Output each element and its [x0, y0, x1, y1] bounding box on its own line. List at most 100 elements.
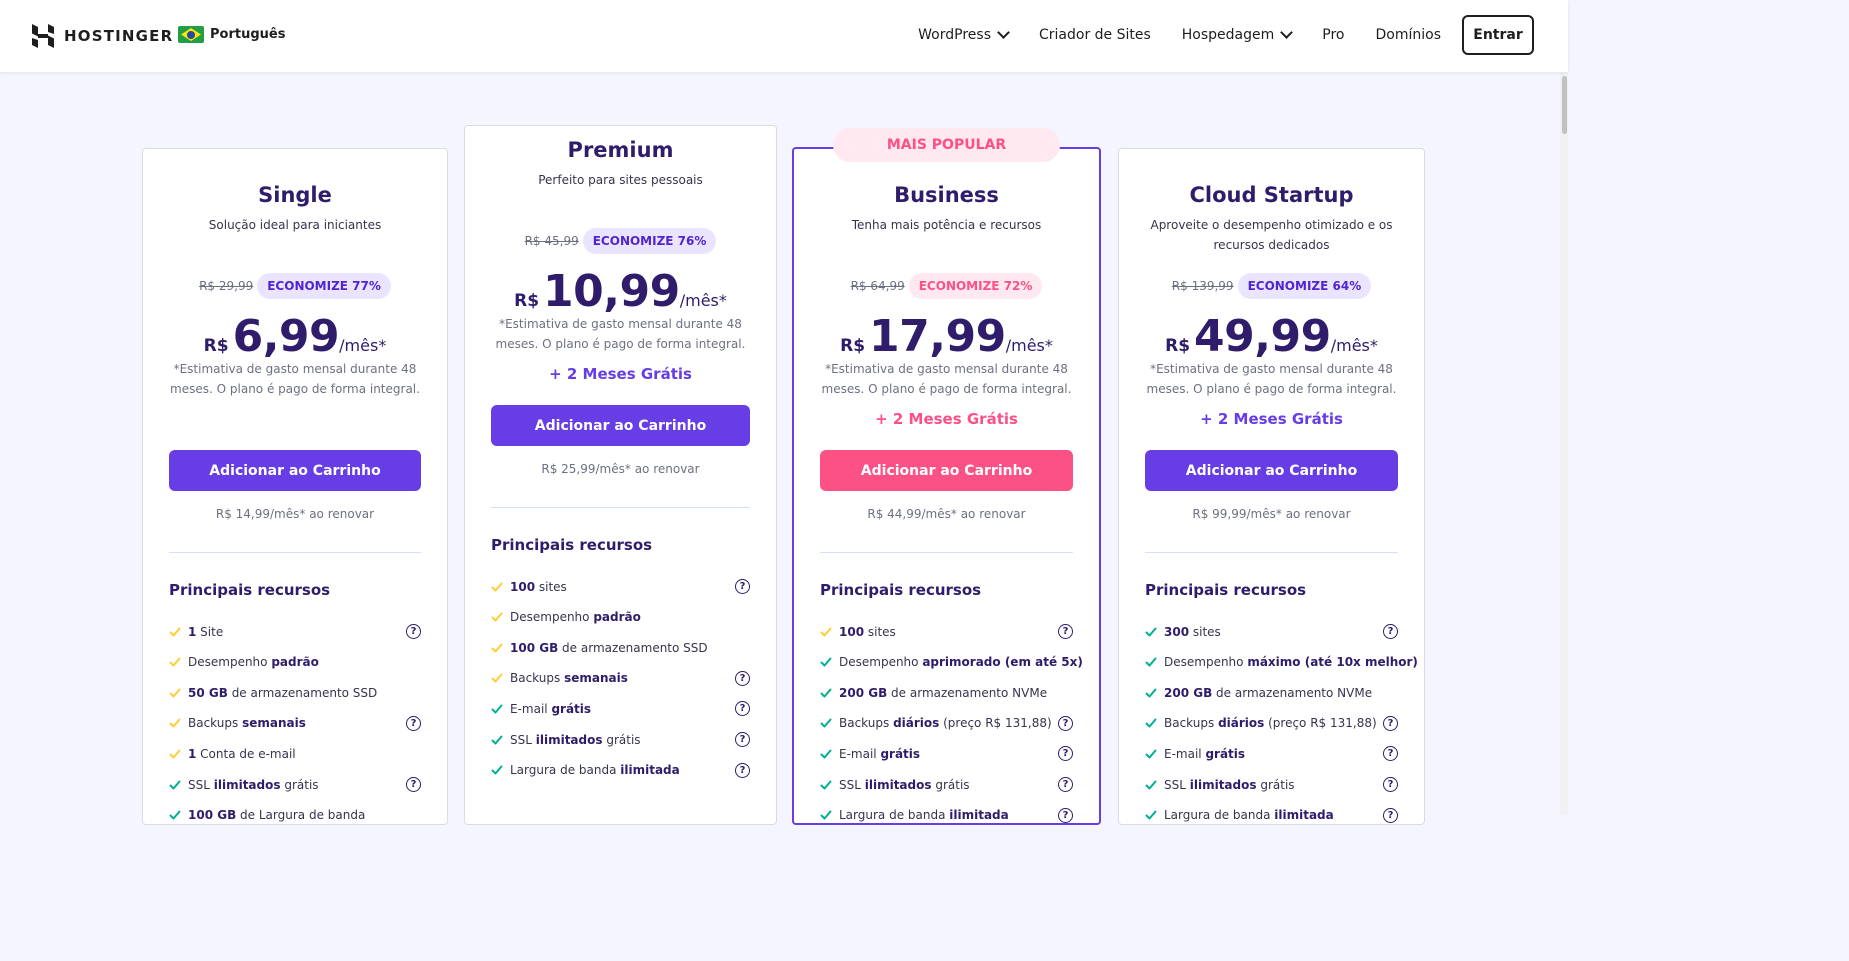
feature-suffix: grátis: [1256, 777, 1295, 792]
menu-item-label: Hospedagem: [1181, 27, 1275, 43]
renewal-price: R$ 14,99/mês* ao renovar: [215, 507, 375, 521]
help-question-icon[interactable]: ?: [735, 732, 750, 747]
scrollbar-thumb[interactable]: [1562, 76, 1567, 134]
old-price: R$ 45,99: [524, 234, 579, 248]
feature-highlight: 100: [839, 624, 865, 639]
menu-item-domains[interactable]: Domínios: [1376, 27, 1442, 43]
feature-highlight: ilimitados: [213, 777, 281, 792]
feature-text: Backups diários (preço R$ 131,88): [1164, 716, 1383, 730]
features-title: Principais recursos: [820, 581, 982, 599]
top-navbar: HOSTINGER Português WordPress Criador de…: [0, 0, 1568, 72]
feature-prefix: SSL: [188, 777, 214, 792]
bonus-months: + 2 Meses Grátis: [549, 365, 692, 383]
feature-highlight: 100 GB: [188, 808, 237, 823]
feature-text: SSL ilimitados grátis: [1164, 778, 1383, 792]
feature-text: 100 sites: [839, 625, 1058, 639]
main-menu: WordPress Criador de Sites Hospedagem Pr…: [918, 15, 1534, 55]
feature-text: Backups semanais: [510, 671, 735, 685]
help-question-icon[interactable]: ?: [735, 701, 750, 717]
language-label: Português: [210, 27, 286, 42]
page-scrollbar[interactable]: [1560, 72, 1568, 815]
menu-item-pro[interactable]: Pro: [1322, 27, 1344, 43]
feature-highlight: ilimitada: [1274, 808, 1334, 823]
feature-prefix: Desempenho: [188, 655, 272, 670]
help-question-icon[interactable]: ?: [1383, 715, 1398, 731]
feature-highlight: semanais: [242, 716, 306, 731]
feature-highlight: máximo (até 10x melhor): [1247, 655, 1418, 670]
feature-highlight: semanais: [564, 671, 628, 686]
features-title: Principais recursos: [169, 581, 331, 599]
feature-item: Backups semanais?: [491, 663, 750, 694]
help-question-icon[interactable]: ?: [1383, 807, 1398, 823]
menu-item-label: Criador de Sites: [1039, 27, 1151, 43]
checkmark-icon: [169, 718, 181, 728]
feature-suffix: sites: [1189, 624, 1221, 639]
help-question-icon[interactable]: ?: [1058, 624, 1073, 639]
help-question-icon[interactable]: ?: [1058, 807, 1073, 823]
feature-suffix: de armazenamento SSD: [558, 640, 708, 655]
help-question-icon[interactable]: ?: [735, 579, 750, 594]
brand-logo[interactable]: HOSTINGER: [32, 24, 173, 48]
help-question-icon[interactable]: ?: [735, 670, 750, 686]
help-question-icon[interactable]: ?: [1383, 746, 1398, 762]
feature-suffix: de Largura de banda: [236, 808, 366, 823]
feature-suffix: sites: [535, 579, 567, 594]
feature-highlight: ilimitados: [1189, 777, 1257, 792]
feature-item: 50 GB de armazenamento SSD: [169, 677, 421, 708]
checkmark-icon: [491, 673, 503, 683]
menu-item-wordpress[interactable]: WordPress: [918, 26, 1010, 43]
help-question-icon[interactable]: ?: [1058, 746, 1073, 762]
help-question-icon[interactable]: ?: [735, 762, 750, 778]
add-to-cart-button[interactable]: Adicionar ao Carrinho: [491, 405, 750, 446]
help-question-icon[interactable]: ?: [406, 624, 421, 639]
checkmark-icon: [820, 718, 832, 728]
help-question-icon[interactable]: ?: [406, 777, 421, 792]
plan-card-cloud-startup: Cloud Startup Aproveite o desempenho otim…: [1118, 148, 1425, 825]
help-question-icon[interactable]: ?: [406, 715, 421, 731]
feature-highlight: 100 GB: [510, 640, 559, 655]
help-question-icon[interactable]: ?: [1383, 777, 1398, 792]
plan-subtitle: Aproveite o desempenho otimizado e os re…: [1150, 218, 1393, 252]
feature-prefix: Desempenho: [1164, 655, 1248, 670]
feature-prefix: Desempenho: [510, 610, 594, 625]
add-to-cart-button[interactable]: Adicionar ao Carrinho: [1145, 450, 1398, 491]
feature-item: SSL ilimitados grátis?: [820, 769, 1073, 800]
checkmark-icon: [169, 688, 181, 698]
chevron-down-icon: [997, 26, 1010, 39]
feature-prefix: Backups: [188, 716, 243, 731]
plan-title: Single: [258, 183, 332, 207]
add-to-cart-button[interactable]: Adicionar ao Carrinho: [820, 450, 1073, 491]
feature-prefix: SSL: [1164, 777, 1190, 792]
checkmark-icon: [1145, 657, 1157, 667]
price-period: /mês*: [679, 291, 727, 310]
price-note: *Estimativa de gasto mensal durante 48 m…: [495, 317, 746, 351]
menu-item-hosting[interactable]: Hospedagem: [1181, 26, 1294, 43]
price-note: *Estimativa de gasto mensal durante 48 m…: [821, 362, 1072, 396]
language-selector[interactable]: Português: [178, 26, 285, 43]
feature-highlight: 300: [1164, 624, 1190, 639]
feature-item: Backups diários (preço R$ 131,88)?: [820, 708, 1073, 739]
checkmark-icon: [820, 688, 832, 698]
feature-item: SSL ilimitados grátis?: [169, 769, 421, 800]
feature-item: 1 Site?: [169, 616, 421, 647]
help-question-icon[interactable]: ?: [1383, 624, 1398, 639]
help-question-icon[interactable]: ?: [1058, 777, 1073, 792]
checkmark-icon: [491, 643, 503, 653]
feature-text: 300 sites: [1164, 625, 1383, 639]
feature-item: Largura de banda ilimitada?: [491, 755, 750, 786]
add-to-cart-button[interactable]: Adicionar ao Carrinho: [169, 450, 421, 491]
menu-item-site-builder[interactable]: Criador de Sites: [1039, 27, 1151, 43]
feature-suffix: de armazenamento NVMe: [887, 685, 1048, 700]
feature-text: Largura de banda ilimitada: [1164, 808, 1383, 822]
checkmark-icon: [491, 582, 503, 591]
help-question-icon[interactable]: ?: [1058, 715, 1073, 731]
checkmark-icon: [491, 612, 503, 622]
feature-highlight: grátis: [551, 701, 592, 716]
feature-text: 200 GB de armazenamento NVMe: [1164, 686, 1398, 700]
login-button[interactable]: Entrar: [1462, 15, 1534, 55]
feature-item: SSL ilimitados grátis?: [491, 724, 750, 755]
feature-text: SSL ilimitados grátis: [839, 778, 1058, 792]
feature-text: 1 Site: [188, 625, 406, 639]
feature-text: SSL ilimitados grátis: [510, 733, 735, 747]
price-note: *Estimativa de gasto mensal durante 48 m…: [1146, 362, 1397, 396]
